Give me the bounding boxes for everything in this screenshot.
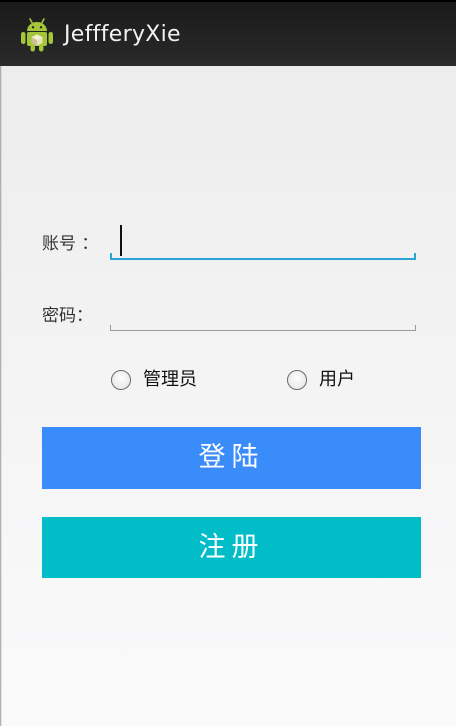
- account-underline-right-tick: [414, 253, 416, 260]
- action-bar: JeffferyXie: [0, 0, 456, 66]
- left-edge-shadow: [0, 66, 2, 726]
- text-cursor: [120, 225, 122, 256]
- register-button[interactable]: 注册: [42, 517, 421, 578]
- radio-user-circle[interactable]: [287, 370, 307, 390]
- password-input-underline: [110, 330, 416, 331]
- password-underline-right-tick: [415, 325, 416, 331]
- login-button[interactable]: 登陆: [42, 427, 421, 489]
- app-title: JeffferyXie: [64, 22, 181, 47]
- account-input[interactable]: [110, 226, 416, 260]
- login-screen: JeffferyXie 账号 ： 密码： 管理员 用户 登陆 注册: [0, 0, 456, 726]
- account-input-underline: [110, 258, 416, 260]
- account-label: 账号 ：: [42, 234, 99, 254]
- password-input[interactable]: [110, 296, 416, 330]
- radio-admin-circle[interactable]: [111, 370, 131, 390]
- radio-admin-label: 管理员: [143, 369, 197, 390]
- account-underline-left-tick: [110, 253, 112, 260]
- password-underline-left-tick: [110, 325, 111, 331]
- radio-admin[interactable]: 管理员: [111, 368, 197, 392]
- radio-user-label: 用户: [319, 369, 355, 390]
- password-label: 密码：: [42, 306, 93, 326]
- radio-user[interactable]: 用户: [287, 368, 355, 392]
- android-robot-icon: [21, 18, 53, 52]
